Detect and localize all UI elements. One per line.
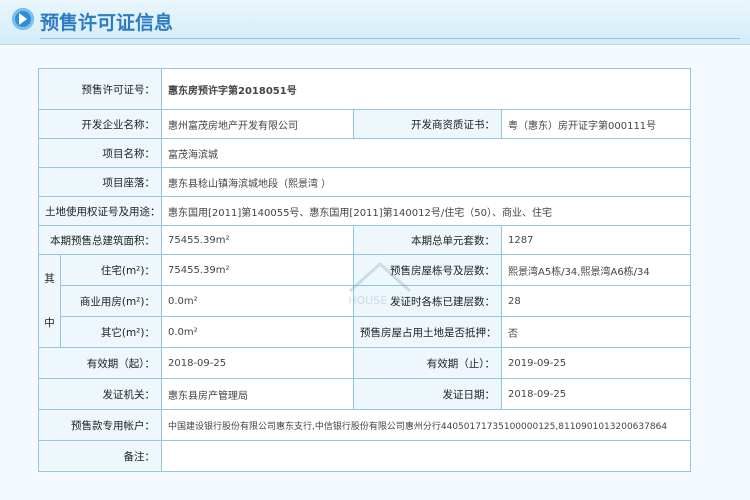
license-number-label: 预售许可证号： [38,68,162,110]
house365-watermark: HOUSE 365 [348,261,412,307]
other-label: 其它(m²)： [60,316,162,348]
of-which-label: 其 中 [38,254,61,348]
row-validity: 有效期（起）： 2018-09-25 有效期（止）： 2019-09-25 [38,347,692,379]
residential-value: 75455.39m² [161,254,354,286]
valid-from-value: 2018-09-25 [161,347,354,379]
title-underline [40,38,740,39]
land-label: 土地使用权证号及用途： [38,196,162,226]
total-area-label: 本期预售总建筑面积： [38,225,162,255]
total-units-value: 1287 [500,225,692,255]
project-label: 项目名称： [38,138,162,168]
floors-built-value: 28 [500,285,692,317]
page-title: 预售许可证信息 [40,12,174,34]
issuer-value: 惠东县房产管理局 [161,378,354,410]
remarks-label: 备注： [38,440,162,472]
watermark-roof-icon [348,261,412,293]
row-issuer: 发证机关： 惠东县房产管理局 发证日期： 2018-09-25 [38,378,692,410]
building-no-value: 熙景湾A5栋/34,熙景湾A6栋/34 [500,254,692,286]
issuer-label: 发证机关： [38,378,162,410]
license-panel: 预售许可证号： 惠东房预许字第2018051号 开发企业名称： 惠州富茂房地产开… [0,46,750,500]
other-value: 0.0m² [161,316,354,348]
row-remarks: 备注： [38,440,692,472]
account-label: 预售款专用帐户： [38,409,162,441]
account-value: 中国建设银行股份有限公司惠东支行,中信银行股份有限公司惠州分行440501717… [160,409,692,441]
of-which-char-2: 中 [44,317,55,329]
row-project: 项目名称： 富茂海滨城 [38,138,692,168]
remarks-value [160,440,692,472]
valid-to-value: 2019-09-25 [500,347,692,379]
page-header: 预售许可证信息 [0,0,750,45]
row-developer: 开发企业名称： 惠州富茂房地产开发有限公司 开发商资质证书： 粤（惠东）房开证字… [38,109,692,139]
row-account: 预售款专用帐户： 中国建设银行股份有限公司惠东支行,中信银行股份有限公司惠州分行… [38,409,692,441]
location-label: 项目座落： [38,167,162,197]
play-arrow-icon [12,8,34,30]
license-number-value: 惠东房预许字第2018051号 [160,68,692,110]
land-value: 惠东国用[2011]第140055号、惠东国用[2011]第140012号/住宅… [160,196,692,226]
commercial-label: 商业用房(m²)： [60,285,162,317]
developer-label: 开发企业名称： [38,109,162,139]
total-area-value: 75455.39m² [161,225,354,255]
developer-value: 惠州富茂房地产开发有限公司 [161,109,354,139]
watermark-text: HOUSE 365 [348,294,411,307]
valid-from-label: 有效期（起）： [38,347,162,379]
location-value: 惠东县稔山镇海滨城地段（熙景湾 ） [160,167,692,197]
issue-date-value: 2018-09-25 [500,378,692,410]
total-units-label: 本期总单元套数： [353,225,502,255]
issue-date-label: 发证日期： [353,378,502,410]
row-total-area: 本期预售总建筑面积： 75455.39m² 本期总单元套数： 1287 [38,225,692,255]
qualification-label: 开发商资质证书： [353,109,502,139]
row-location: 项目座落： 惠东县稔山镇海滨城地段（熙景湾 ） [38,167,692,197]
valid-to-label: 有效期（止）： [353,347,502,379]
mortgage-value: 否 [500,316,692,348]
commercial-value: 0.0m² [161,285,354,317]
row-license-number: 预售许可证号： 惠东房预许字第2018051号 [38,68,692,110]
residential-label: 住宅(m²)： [60,254,162,286]
of-which-char-1: 其 [44,273,55,285]
qualification-value: 粤（惠东）房开证字第000111号 [500,109,692,139]
project-value: 富茂海滨城 [160,138,692,168]
row-land: 土地使用权证号及用途： 惠东国用[2011]第140055号、惠东国用[2011… [38,196,692,226]
